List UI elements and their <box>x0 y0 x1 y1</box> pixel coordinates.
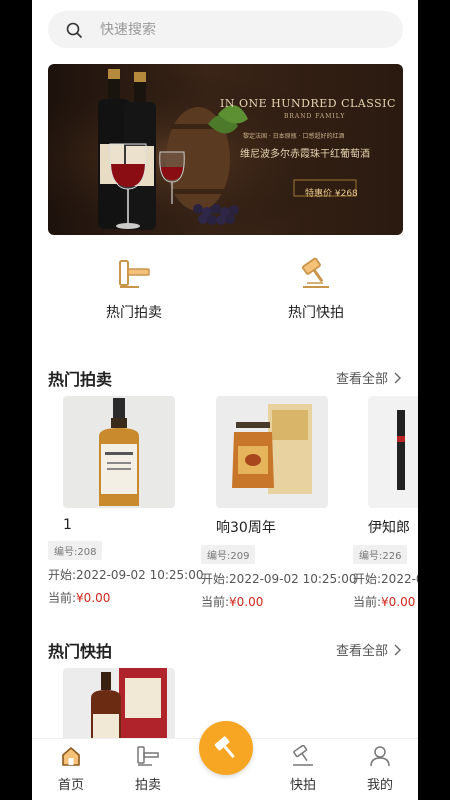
current-label: 当前: <box>353 595 382 609</box>
promo-banner[interactable]: IN ONE HUNDRED CLASSIC BRAND FAMILY 黎定法国… <box>48 64 403 235</box>
auction-card[interactable]: 伊知郎 编号:226 开始:2022-09-02 10:25:00 当前:¥0.… <box>353 396 418 610</box>
product-name: 1 <box>63 517 72 533</box>
view-all-label: 查看全部 <box>335 644 388 659</box>
search-bar[interactable] <box>48 11 403 48</box>
entry-hot-quick-auction[interactable]: 热门快拍 <box>251 256 381 322</box>
current-price: ¥0.00 <box>229 595 264 609</box>
start-time: 开始:2022-09-02 10:25:00 <box>201 572 357 586</box>
current-price: ¥0.00 <box>76 591 111 605</box>
tab-auction-label: 拍卖 <box>134 778 161 793</box>
banner-subtitle: BRAND FAMILY <box>284 113 346 120</box>
search-input[interactable] <box>100 21 350 38</box>
tab-auction[interactable]: 拍卖 <box>118 745 178 793</box>
view-all-auction-link[interactable]: 查看全部 <box>336 368 402 387</box>
gavel-icon <box>137 746 159 766</box>
product-image <box>63 396 175 508</box>
tab-profile-label: 我的 <box>366 778 393 793</box>
product-name: 伊知郎 <box>368 520 410 536</box>
home-icon <box>62 747 80 766</box>
current-price-row: 当前:¥0.00 <box>353 593 418 610</box>
entry-hot-quick-auction-label: 热门快拍 <box>288 305 344 321</box>
section-title-hot-auction: 热门拍卖 <box>48 370 113 389</box>
product-code: 编号:208 <box>48 541 103 560</box>
hammer-icon <box>293 745 313 766</box>
current-price-row: 当前:¥0.00 <box>48 589 198 606</box>
hammer-icon <box>302 257 329 288</box>
section-title-hot-quick-auction: 热门快拍 <box>48 642 113 661</box>
current-price: ¥0.00 <box>381 595 416 609</box>
chevron-right-icon <box>394 372 401 383</box>
start-time: 开始:2022-09-02 10:25:00 <box>353 572 418 586</box>
current-label: 当前: <box>48 591 77 605</box>
current-price-row: 当前:¥0.00 <box>201 593 351 610</box>
product-image <box>368 396 418 508</box>
user-icon <box>370 746 390 767</box>
bottom-tab-bar: 首页 拍卖 快拍 我的 <box>32 721 418 800</box>
product-code: 编号:226 <box>353 545 408 564</box>
banner-title: IN ONE HUNDRED CLASSIC <box>220 97 396 110</box>
search-icon <box>66 22 82 38</box>
chevron-right-icon <box>394 644 401 655</box>
view-all-quick-link[interactable]: 查看全部 <box>336 640 402 659</box>
product-code: 编号:209 <box>201 545 256 564</box>
banner-price: 特惠价 ¥268 <box>305 189 358 199</box>
tab-quick-auction[interactable]: 快拍 <box>273 745 333 793</box>
hammer-icon <box>214 736 235 758</box>
gavel-icon <box>119 260 150 288</box>
product-name: 响30周年 <box>216 520 276 536</box>
start-time: 开始:2022-09-02 10:25:00 <box>48 568 204 582</box>
banner-tagline: 黎定法国 · 日本原瓶 · 口感超好的红酒 <box>243 133 345 140</box>
current-label: 当前: <box>201 595 230 609</box>
app-screen: IN ONE HUNDRED CLASSIC BRAND FAMILY 黎定法国… <box>32 0 418 800</box>
banner-product-name: 维尼波多尔赤霞珠干红葡萄酒 <box>240 149 370 160</box>
tab-home-label: 首页 <box>57 778 84 793</box>
view-all-label: 查看全部 <box>335 372 388 387</box>
center-action-button[interactable] <box>199 721 253 775</box>
tab-quick-auction-label: 快拍 <box>289 778 316 793</box>
product-image <box>216 396 328 508</box>
auction-card[interactable]: 1 编号:208 开始:2022-09-02 10:25:00 当前:¥0.00 <box>48 396 204 606</box>
entry-hot-auction-label: 热门拍卖 <box>106 305 162 321</box>
auction-list[interactable]: 1 编号:208 开始:2022-09-02 10:25:00 当前:¥0.00… <box>32 396 418 616</box>
auction-card[interactable]: 响30周年 编号:209 开始:2022-09-02 10:25:00 当前:¥… <box>201 396 357 610</box>
tab-profile[interactable]: 我的 <box>350 745 410 793</box>
quick-product-image[interactable] <box>63 668 175 738</box>
entry-hot-auction[interactable]: 热门拍卖 <box>69 256 199 322</box>
tab-home[interactable]: 首页 <box>41 745 101 793</box>
